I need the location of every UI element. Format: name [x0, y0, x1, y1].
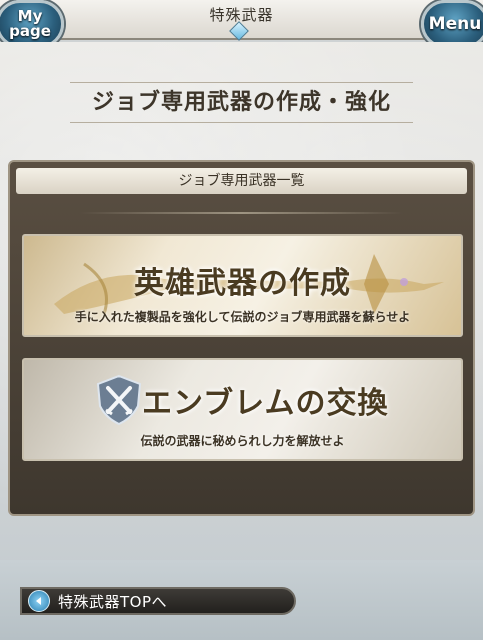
weapon-list-panel: ジョブ専用武器一覧 英雄武器の作成 手に入れた複製品を強化して伝説のジョブ専用武…: [8, 160, 475, 516]
left-arrow-icon: [28, 590, 50, 612]
mypage-label: My page: [9, 7, 51, 40]
page-title: 特殊武器: [209, 6, 274, 24]
section-heading: ジョブ専用武器の作成・強化: [91, 90, 391, 115]
panel-divider: [80, 212, 403, 214]
back-to-special-weapons-button[interactable]: 特殊武器TOPへ: [20, 587, 296, 615]
back-label: 特殊武器TOPへ: [58, 592, 168, 611]
mypage-button[interactable]: My page: [0, 0, 64, 48]
menu-label: Menu: [428, 14, 482, 34]
heading-divider-bottom: [70, 122, 413, 123]
menu-button[interactable]: Menu: [421, 0, 483, 48]
card-title: 英雄武器の作成: [134, 266, 351, 301]
heading-divider-top: [70, 82, 413, 83]
card-subtitle: 伝説の武器に秘められし力を解放せよ: [140, 434, 345, 448]
panel-header: ジョブ専用武器一覧: [16, 168, 467, 194]
create-hero-weapon-card[interactable]: 英雄武器の作成 手に入れた複製品を強化して伝説のジョブ専用武器を蘇らせよ: [22, 234, 463, 337]
emblem-exchange-card[interactable]: エンブレムの交換 伝説の武器に秘められし力を解放せよ: [22, 358, 463, 461]
top-bar: 特殊武器: [0, 0, 483, 41]
card-subtitle: 手に入れた複製品を強化して伝説のジョブ専用武器を蘇らせよ: [74, 310, 411, 324]
card-title: エンブレムの交換: [142, 386, 389, 421]
